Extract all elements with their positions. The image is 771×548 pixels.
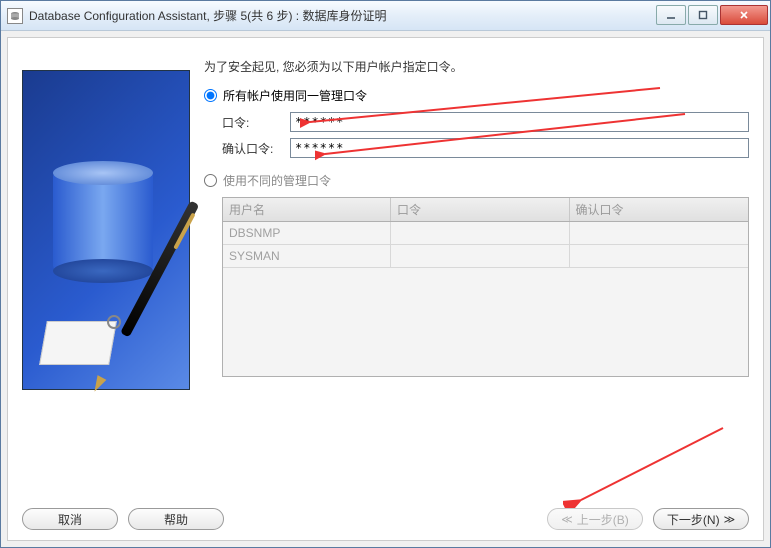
col-username: 用户名 — [223, 198, 391, 221]
password-input[interactable] — [290, 112, 749, 132]
radio-same-password[interactable]: 所有帐户使用同一管理口令 — [204, 87, 749, 104]
form-content: 为了安全起见, 您必须为以下用户帐户指定口令。 所有帐户使用同一管理口令 口令:… — [190, 48, 749, 390]
table-row: DBSNMP — [223, 222, 748, 245]
right-buttons: ≪ 上一步(B) 下一步(N) ≫ — [547, 508, 749, 530]
client-area: 为了安全起见, 您必须为以下用户帐户指定口令。 所有帐户使用同一管理口令 口令:… — [7, 37, 764, 541]
app-icon — [7, 8, 23, 24]
tag-icon — [43, 321, 123, 371]
password-row: 口令: — [222, 112, 749, 132]
minimize-button[interactable] — [656, 5, 686, 25]
confirm-row: 确认口令: — [222, 138, 749, 158]
chevron-right-icon: ≫ — [724, 513, 736, 526]
radio-diff-password[interactable]: 使用不同的管理口令 — [204, 172, 749, 189]
window-controls — [654, 5, 768, 27]
next-button-label: 下一步(N) — [667, 511, 720, 528]
cancel-button[interactable]: 取消 — [22, 508, 118, 530]
radio-diff-password-label: 使用不同的管理口令 — [223, 172, 331, 189]
next-button[interactable]: 下一步(N) ≫ — [653, 508, 749, 530]
help-button[interactable]: 帮助 — [128, 508, 224, 530]
titlebar: Database Configuration Assistant, 步骤 5(共… — [1, 1, 770, 31]
button-bar: 取消 帮助 ≪ 上一步(B) 下一步(N) ≫ — [22, 508, 749, 530]
window-title: Database Configuration Assistant, 步骤 5(共… — [29, 7, 386, 24]
password-label: 口令: — [222, 114, 290, 131]
wizard-side-image — [22, 70, 190, 390]
confirm-label: 确认口令: — [222, 140, 290, 157]
cell-confirm — [570, 245, 749, 267]
back-button-label: 上一步(B) — [577, 511, 629, 528]
col-confirm: 确认口令 — [570, 198, 749, 221]
radio-same-password-label: 所有帐户使用同一管理口令 — [223, 87, 367, 104]
col-password: 口令 — [391, 198, 570, 221]
users-table: 用户名 口令 确认口令 DBSNMP SYSMAN — [222, 197, 749, 377]
maximize-button[interactable] — [688, 5, 718, 25]
cell-pass — [391, 245, 570, 267]
top-row: 为了安全起见, 您必须为以下用户帐户指定口令。 所有帐户使用同一管理口令 口令:… — [22, 48, 749, 390]
cell-user: SYSMAN — [223, 245, 391, 267]
table-body: DBSNMP SYSMAN — [223, 222, 748, 268]
cell-user: DBSNMP — [223, 222, 391, 244]
confirm-input[interactable] — [290, 138, 749, 158]
radio-same-password-input[interactable] — [204, 89, 217, 102]
left-buttons: 取消 帮助 — [22, 508, 224, 530]
help-button-label: 帮助 — [164, 511, 188, 528]
annotation-arrow-3 — [563, 422, 733, 512]
cell-pass — [391, 222, 570, 244]
instruction-text: 为了安全起见, 您必须为以下用户帐户指定口令。 — [204, 58, 749, 75]
app-window: Database Configuration Assistant, 步骤 5(共… — [0, 0, 771, 548]
titlebar-left: Database Configuration Assistant, 步骤 5(共… — [7, 7, 386, 24]
back-button[interactable]: ≪ 上一步(B) — [547, 508, 643, 530]
cell-confirm — [570, 222, 749, 244]
chevron-left-icon: ≪ — [561, 513, 573, 526]
radio-diff-password-input[interactable] — [204, 174, 217, 187]
close-button[interactable] — [720, 5, 768, 25]
table-row: SYSMAN — [223, 245, 748, 268]
cancel-button-label: 取消 — [58, 511, 82, 528]
table-header: 用户名 口令 确认口令 — [223, 198, 748, 222]
